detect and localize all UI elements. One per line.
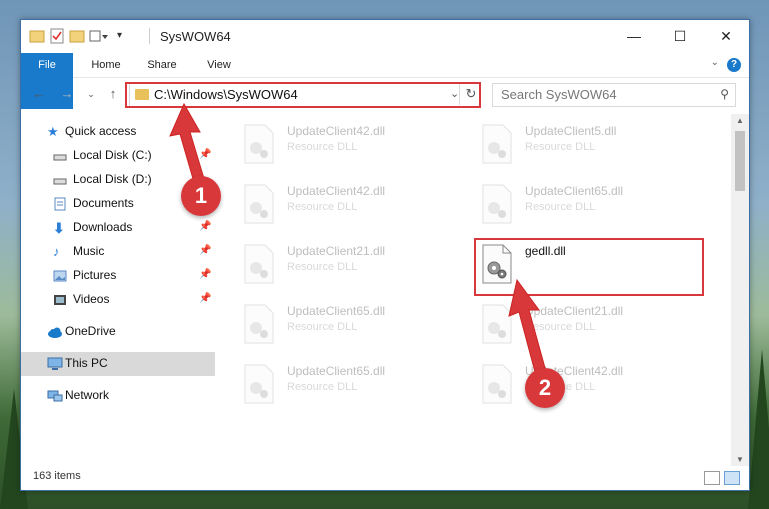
tab-view[interactable]: View — [196, 53, 242, 77]
music-icon: ♪ — [53, 244, 60, 259]
sidebar-item-label: Local Disk (C:) — [73, 148, 152, 162]
dll-file-icon — [243, 184, 275, 224]
large-icons-view-icon[interactable] — [724, 471, 740, 485]
sidebar-item-pictures[interactable]: Pictures 📌 — [21, 264, 215, 288]
file-name: UpdateClient42.dll — [287, 124, 386, 138]
file-type: Resource DLL — [287, 381, 358, 393]
minimize-button[interactable]: — — [611, 20, 657, 53]
dll-file-icon — [481, 124, 513, 164]
file-item[interactable]: UpdateClient42.dll Resource DLL — [233, 176, 453, 232]
sidebar-item-label: Downloads — [73, 220, 133, 234]
file-item[interactable]: UpdateClient42.dll Resource DLL — [471, 356, 691, 412]
scroll-down-icon[interactable]: ▼ — [731, 455, 749, 464]
scrollbar-thumb[interactable] — [735, 131, 745, 191]
network-icon — [47, 389, 63, 403]
pin-icon[interactable]: 📌 — [199, 221, 211, 232]
file-name: UpdateClient21.dll — [287, 244, 386, 258]
file-name: UpdateClient65.dll — [287, 304, 386, 318]
file-name: UpdateClient5.dll — [525, 124, 617, 138]
expand-ribbon-icon[interactable]: ⌄ — [711, 57, 719, 68]
tree-shape — [748, 349, 769, 509]
file-item[interactable]: UpdateClient21.dll Resource DLL — [233, 236, 453, 292]
file-type: Resource DLL — [287, 141, 358, 153]
new-folder-icon[interactable] — [69, 28, 85, 44]
dll-file-icon — [243, 124, 275, 164]
title-bar: ▾ SysWOW64 — ☐ ✕ — [21, 20, 749, 53]
file-item[interactable]: UpdateClient65.dll Resource DLL — [471, 176, 691, 232]
pictures-icon — [53, 269, 67, 283]
sidebar-item-label: Music — [73, 244, 105, 258]
file-type: Resource DLL — [287, 201, 358, 213]
back-arrow-icon[interactable]: ← — [31, 86, 47, 102]
step-badge-1: 1 — [181, 176, 221, 216]
item-count: 163 items — [33, 470, 81, 482]
forward-arrow-icon[interactable]: → — [59, 86, 75, 102]
sidebar-item-label: OneDrive — [65, 324, 116, 338]
file-type: Resource DLL — [525, 141, 596, 153]
dll-file-icon — [243, 304, 275, 344]
sidebar-item-videos[interactable]: Videos 📌 — [21, 288, 215, 312]
file-item[interactable]: UpdateClient65.dll Resource DLL — [233, 296, 453, 352]
pin-icon[interactable]: 📌 — [199, 269, 211, 280]
sidebar-item-this-pc[interactable]: This PC — [21, 352, 215, 376]
chevron-down-icon[interactable]: ▾ — [117, 28, 127, 44]
star-icon: ★ — [47, 124, 59, 139]
sidebar-item-label: Documents — [73, 196, 134, 210]
step-badge-2: 2 — [525, 368, 565, 408]
sidebar-item-onedrive[interactable]: OneDrive — [21, 320, 215, 344]
file-type: Resource DLL — [525, 201, 596, 213]
file-name: UpdateClient65.dll — [287, 364, 386, 378]
file-name: UpdateClient42.dll — [287, 184, 386, 198]
properties-icon[interactable] — [49, 28, 65, 44]
details-view-icon[interactable] — [704, 471, 720, 485]
scroll-up-icon[interactable]: ▲ — [731, 116, 749, 125]
help-icon[interactable]: ? — [727, 58, 741, 72]
status-bar: 163 items — [21, 466, 749, 490]
dll-file-icon — [481, 184, 513, 224]
search-input[interactable] — [493, 84, 711, 104]
divider — [149, 28, 150, 44]
maximize-button[interactable]: ☐ — [657, 20, 703, 53]
file-item[interactable]: UpdateClient5.dll Resource DLL — [471, 116, 691, 172]
up-arrow-icon[interactable]: ↑ — [105, 86, 121, 102]
file-item[interactable]: UpdateClient65.dll Resource DLL — [233, 356, 453, 412]
recent-locations-icon[interactable]: ⌄ — [83, 86, 99, 102]
close-button[interactable]: ✕ — [703, 20, 749, 53]
documents-icon — [53, 197, 67, 211]
cloud-icon — [47, 325, 62, 339]
customize-toolbar-icon[interactable] — [89, 28, 111, 44]
window-title: SysWOW64 — [160, 29, 231, 44]
file-item[interactable]: UpdateClient21.dll Resource DLL — [471, 296, 691, 352]
sidebar-item-label: Pictures — [73, 268, 117, 282]
downloads-icon: ⬇ — [53, 220, 65, 236]
file-item[interactable]: UpdateClient42.dll Resource DLL — [233, 116, 453, 172]
annotation-arrow-2 — [508, 278, 546, 373]
videos-icon — [53, 293, 67, 307]
computer-icon — [47, 357, 63, 371]
search-box[interactable]: ⚲ — [492, 83, 736, 107]
dll-file-icon — [243, 244, 275, 284]
pin-icon[interactable]: 📌 — [199, 293, 211, 304]
sidebar-item-label: This PC — [65, 356, 108, 370]
tab-share[interactable]: Share — [139, 53, 185, 77]
sidebar-item-label: Local Disk (D:) — [73, 172, 152, 186]
dll-file-icon — [243, 364, 275, 404]
sidebar-item-label: Network — [65, 388, 110, 402]
tab-home[interactable]: Home — [83, 53, 129, 77]
drive-icon — [53, 173, 67, 187]
sidebar-item-label: Quick access — [65, 124, 137, 138]
sidebar-item-music[interactable]: ♪ Music 📌 — [21, 240, 215, 264]
vertical-scrollbar[interactable]: ▲ ▼ — [731, 114, 749, 466]
sidebar-item-network[interactable]: Network — [21, 384, 215, 408]
sidebar-item-label: Videos — [73, 292, 110, 306]
file-type: Resource DLL — [287, 321, 358, 333]
search-icon[interactable]: ⚲ — [720, 87, 729, 101]
ribbon-tabs: File Home Share View ⌄ ? — [21, 53, 749, 109]
sidebar-item-downloads[interactable]: ⬇ Downloads 📌 — [21, 216, 215, 240]
pin-icon[interactable]: 📌 — [199, 245, 211, 256]
file-name: UpdateClient65.dll — [525, 184, 624, 198]
drive-icon — [53, 149, 67, 163]
folder-icon — [29, 28, 45, 44]
file-type: Resource DLL — [287, 261, 358, 273]
